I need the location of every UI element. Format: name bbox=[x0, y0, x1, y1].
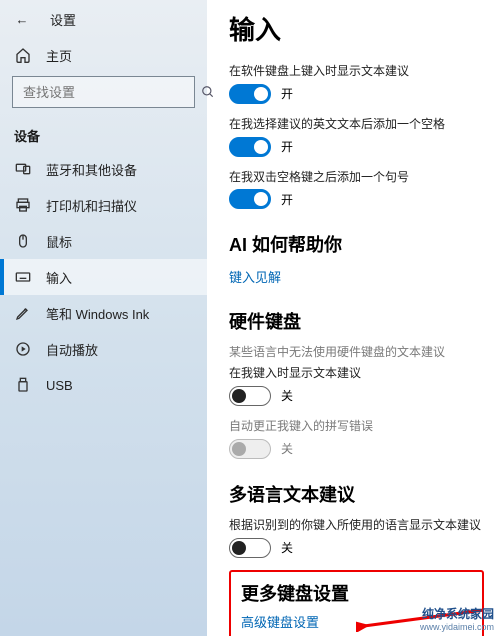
pen-icon bbox=[14, 305, 32, 321]
settings-window: ← 设置 主页 设备 蓝牙和其他设备 bbox=[0, 0, 500, 636]
sidebar-item-label: 蓝牙和其他设备 bbox=[46, 160, 137, 179]
multi-opt1-toggle[interactable] bbox=[229, 538, 271, 558]
sidebar-item-label: 自动播放 bbox=[46, 340, 98, 359]
back-button[interactable]: ← bbox=[10, 7, 34, 31]
hw-opt1-state: 关 bbox=[281, 387, 293, 404]
back-arrow-icon: ← bbox=[16, 12, 29, 27]
hw-opt2-row: 关 bbox=[229, 439, 484, 459]
highlight-box: 更多键盘设置 高级键盘设置 bbox=[229, 570, 484, 636]
search-wrap bbox=[0, 72, 207, 118]
search-box[interactable] bbox=[12, 76, 195, 108]
titlebar: ← 设置 bbox=[0, 0, 207, 38]
content-area[interactable]: 输入 在软件键盘上键入时显示文本建议 开 在我选择建议的英文文本后添加一个空格 … bbox=[207, 0, 500, 636]
multi-heading: 多语言文本建议 bbox=[229, 481, 484, 507]
sidebar-item-pen[interactable]: 笔和 Windows Ink bbox=[0, 295, 207, 331]
app-title: 设置 bbox=[50, 10, 76, 29]
sidebar-item-autoplay[interactable]: 自动播放 bbox=[0, 331, 207, 367]
typing-opt1-label: 在软件键盘上键入时显示文本建议 bbox=[229, 63, 484, 80]
typing-opt1-state: 开 bbox=[281, 85, 293, 102]
autoplay-icon bbox=[14, 341, 32, 357]
hw-opt2-state: 关 bbox=[281, 440, 293, 457]
hw-opt1-toggle[interactable] bbox=[229, 386, 271, 406]
sidebar: ← 设置 主页 设备 蓝牙和其他设备 bbox=[0, 0, 207, 636]
more-heading: 更多键盘设置 bbox=[241, 580, 472, 606]
typing-opt3-toggle[interactable] bbox=[229, 189, 271, 209]
sidebar-item-label: 输入 bbox=[46, 268, 72, 287]
typing-opt3-row: 开 bbox=[229, 189, 484, 209]
keyboard-icon bbox=[14, 269, 32, 285]
sidebar-item-label: USB bbox=[46, 378, 73, 393]
typing-opt2-state: 开 bbox=[281, 138, 293, 155]
sidebar-item-bluetooth[interactable]: 蓝牙和其他设备 bbox=[0, 151, 207, 187]
search-input[interactable] bbox=[21, 84, 201, 101]
hw-opt2-toggle bbox=[229, 439, 271, 459]
home-icon bbox=[14, 47, 32, 63]
hw-heading: 硬件键盘 bbox=[229, 308, 484, 334]
mouse-icon bbox=[14, 233, 32, 249]
hw-opt2-label: 自动更正我键入的拼写错误 bbox=[229, 418, 484, 435]
sidebar-item-printers[interactable]: 打印机和扫描仪 bbox=[0, 187, 207, 223]
ai-insights-link[interactable]: 键入见解 bbox=[229, 267, 484, 286]
sidebar-item-mouse[interactable]: 鼠标 bbox=[0, 223, 207, 259]
usb-icon bbox=[14, 377, 32, 393]
home-label: 主页 bbox=[46, 46, 72, 65]
typing-opt2-toggle[interactable] bbox=[229, 137, 271, 157]
typing-opt2-row: 开 bbox=[229, 137, 484, 157]
sidebar-item-label: 打印机和扫描仪 bbox=[46, 196, 137, 215]
printer-icon bbox=[14, 197, 32, 213]
hw-note: 某些语言中无法使用硬件键盘的文本建议 bbox=[229, 344, 484, 361]
hw-opt1-row: 关 bbox=[229, 386, 484, 406]
typing-opt1-toggle[interactable] bbox=[229, 84, 271, 104]
multi-opt1-state: 关 bbox=[281, 539, 293, 556]
sidebar-item-usb[interactable]: USB bbox=[0, 367, 207, 403]
page-title: 输入 bbox=[229, 10, 484, 47]
sidebar-item-label: 鼠标 bbox=[46, 232, 72, 251]
multi-opt1-row: 关 bbox=[229, 538, 484, 558]
sidebar-item-typing[interactable]: 输入 bbox=[0, 259, 207, 295]
sidebar-item-label: 笔和 Windows Ink bbox=[46, 304, 149, 323]
typing-opt3-state: 开 bbox=[281, 191, 293, 208]
typing-opt3-label: 在我双击空格键之后添加一个句号 bbox=[229, 169, 484, 186]
advanced-keyboard-link[interactable]: 高级键盘设置 bbox=[241, 612, 472, 631]
typing-opt1-row: 开 bbox=[229, 84, 484, 104]
sidebar-group-devices: 设备 bbox=[0, 118, 207, 151]
devices-icon bbox=[14, 161, 32, 177]
multi-opt1-label: 根据识别到的你键入所使用的语言显示文本建议 bbox=[229, 517, 484, 534]
typing-opt2-label: 在我选择建议的英文文本后添加一个空格 bbox=[229, 116, 484, 133]
ai-heading: AI 如何帮助你 bbox=[229, 231, 484, 257]
home-nav-item[interactable]: 主页 bbox=[0, 38, 207, 72]
hw-opt1-label: 在我键入时显示文本建议 bbox=[229, 365, 484, 382]
